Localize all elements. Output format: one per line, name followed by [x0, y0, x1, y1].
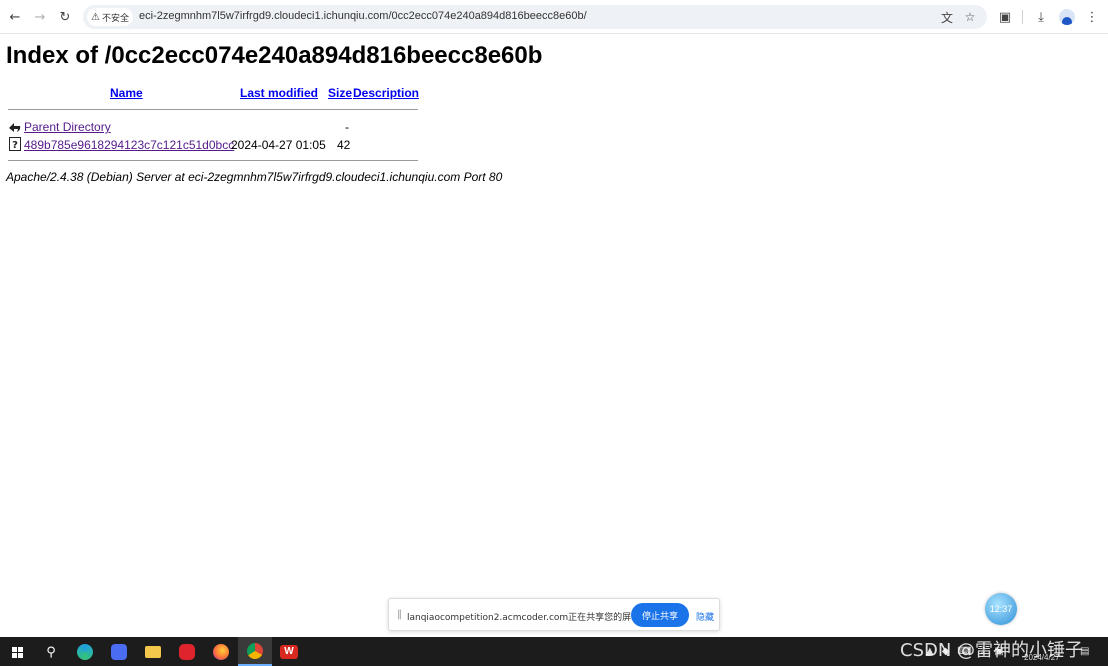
column-header-description[interactable]: Description: [353, 86, 419, 100]
last-modified-value: 2024-04-27 01:05: [231, 138, 326, 152]
translate-icon[interactable]: 文: [938, 8, 956, 26]
column-header-size[interactable]: Size: [328, 86, 352, 100]
chrome-icon[interactable]: [238, 637, 272, 666]
stop-sharing-button[interactable]: 停止共享: [631, 603, 689, 627]
header-rule: [8, 109, 418, 110]
back-icon[interactable]: ←: [5, 7, 25, 27]
file-explorer-icon[interactable]: [142, 641, 164, 663]
url-text[interactable]: eci-2zegmnhm7l5w7irfrgd9.cloudeci1.ichun…: [139, 10, 587, 22]
menu-icon[interactable]: ⋮: [1082, 7, 1102, 27]
column-header-name[interactable]: Name: [110, 86, 143, 100]
page-title: Index of /0cc2ecc074e240a894d816beecc8e6…: [6, 42, 543, 69]
table-row: Parent Directory -: [6, 119, 418, 135]
size-value: 42: [337, 138, 351, 152]
toolbar-divider: [1022, 10, 1023, 24]
profile-icon[interactable]: [1059, 9, 1075, 25]
unknown-file-icon: ?: [9, 137, 21, 151]
hide-button[interactable]: 隐藏: [696, 610, 714, 623]
extensions-icon[interactable]: ▣: [995, 7, 1015, 27]
screen-share-bar: ‖ lanqiaocompetition2.acmcoder.com正在共享您的…: [388, 598, 720, 631]
netease-music-icon[interactable]: [176, 641, 198, 663]
wps-icon[interactable]: W: [278, 641, 300, 663]
star-icon[interactable]: ☆: [961, 8, 979, 26]
app-icon[interactable]: [108, 641, 130, 663]
column-header-last-modified[interactable]: Last modified: [240, 86, 318, 100]
back-folder-icon: [9, 123, 21, 132]
search-icon[interactable]: ⚲: [40, 641, 62, 663]
table-row: ? 489b785e9618294123c7c121c51d0bcc 2024-…: [6, 137, 418, 153]
start-button[interactable]: [6, 641, 28, 663]
size-value: -: [345, 120, 349, 134]
forward-icon[interactable]: →: [30, 7, 50, 27]
share-message: lanqiaocompetition2.acmcoder.com正在共享您的屏幕…: [407, 613, 650, 623]
drag-handle-icon[interactable]: ‖: [397, 609, 402, 620]
address-bar[interactable]: ⚠ 不安全 eci-2zegmnhm7l5w7irfrgd9.cloudeci1…: [83, 5, 987, 29]
security-chip[interactable]: ⚠ 不安全: [87, 8, 133, 26]
edge-icon[interactable]: [74, 641, 96, 663]
file-link[interactable]: 489b785e9618294123c7c121c51d0bcc: [24, 138, 234, 152]
csdn-watermark: CSDN @雷神的小锤子: [900, 640, 1084, 661]
warning-icon: ⚠: [91, 11, 100, 23]
svg-text:?: ?: [12, 140, 18, 151]
floating-clock-bubble[interactable]: 12:37: [985, 593, 1017, 625]
parent-directory-link[interactable]: Parent Directory: [24, 120, 111, 134]
security-label: 不安全: [101, 13, 129, 24]
windows-icon: [11, 646, 23, 658]
firefox-icon[interactable]: [210, 641, 232, 663]
browser-toolbar: ← → ↻ ⚠ 不安全 eci-2zegmnhm7l5w7irfrgd9.clo…: [0, 0, 1108, 34]
download-icon[interactable]: ⤓: [1031, 7, 1051, 27]
server-signature: Apache/2.4.38 (Debian) Server at eci-2ze…: [6, 170, 503, 184]
footer-rule: [8, 160, 418, 161]
reload-icon[interactable]: ↻: [55, 7, 75, 27]
